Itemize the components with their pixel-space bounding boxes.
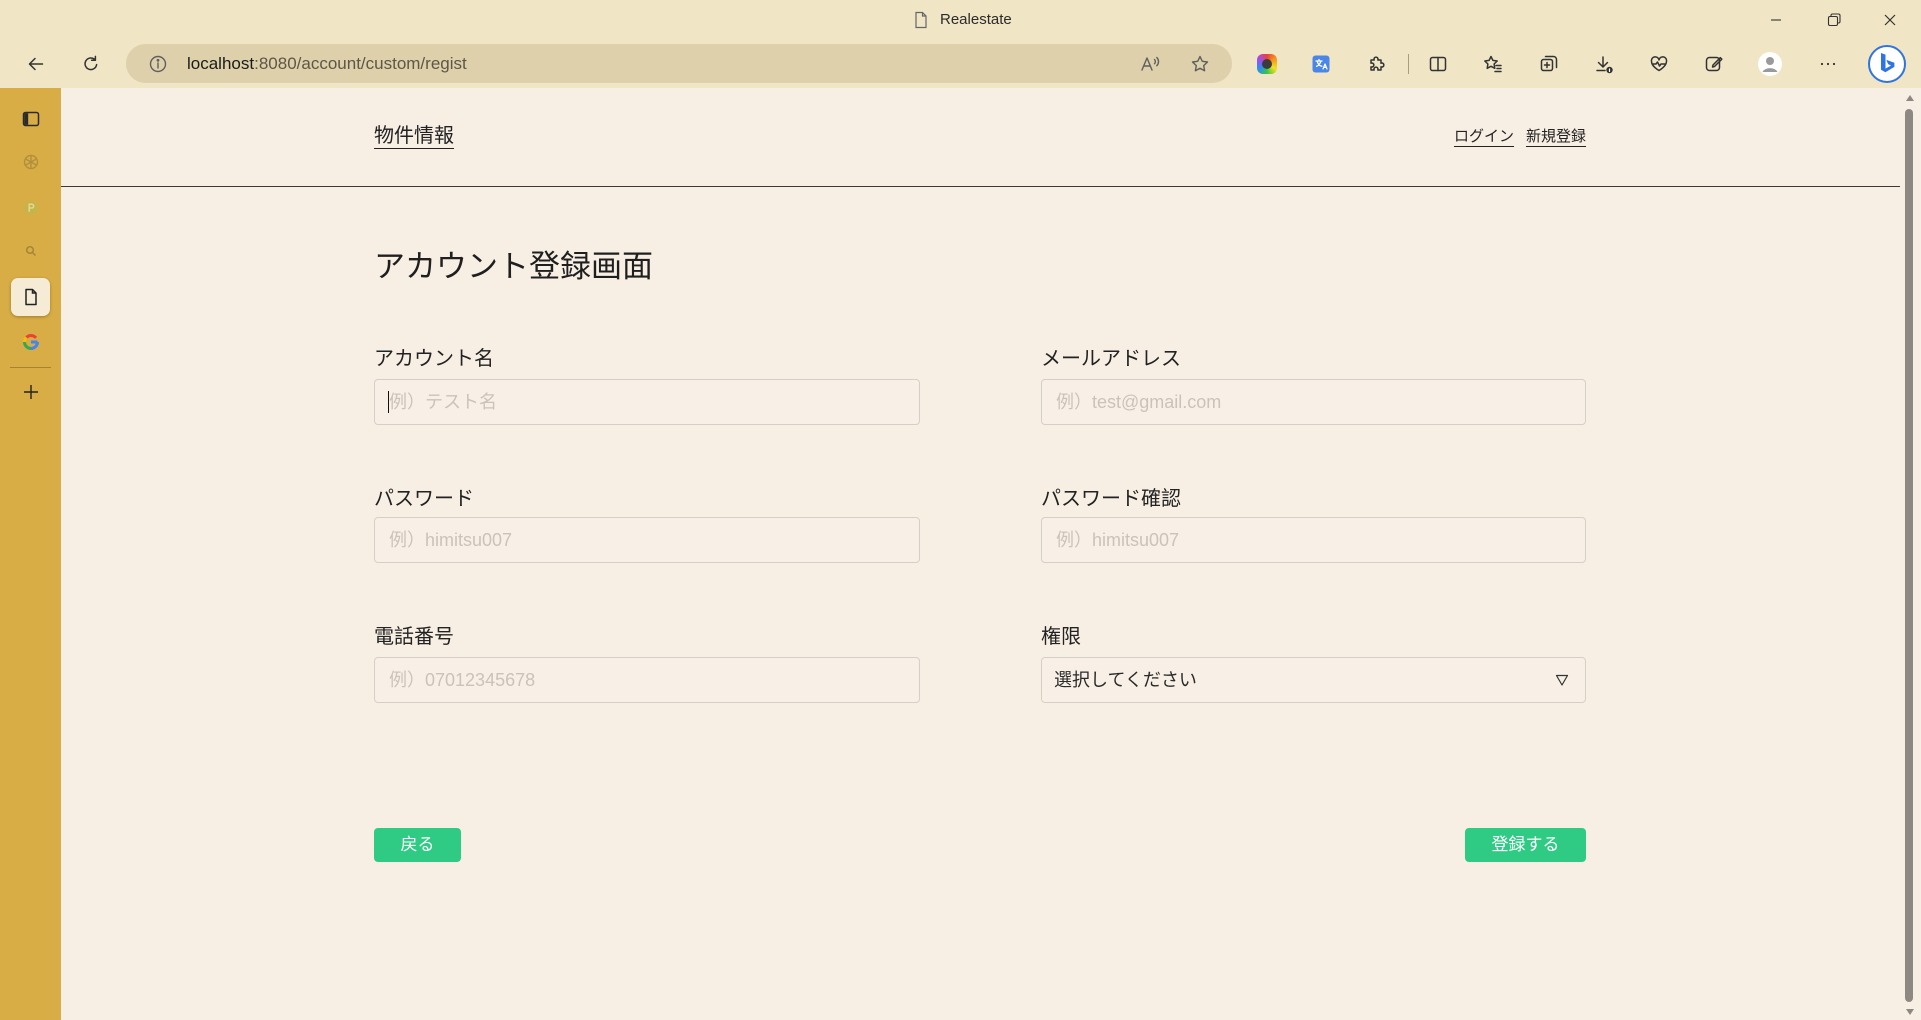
nav-brand-link[interactable]: 物件情報 <box>374 125 454 149</box>
color-extension-icon <box>1257 54 1277 74</box>
email-input[interactable] <box>1041 379 1586 425</box>
p-app-icon <box>21 198 41 218</box>
account-name-input[interactable] <box>374 379 920 425</box>
phone-input[interactable] <box>374 657 920 703</box>
account-name-label: アカウント名 <box>374 348 494 370</box>
url-path: :8080/account/custom/regist <box>254 54 467 73</box>
minimize-button[interactable] <box>1753 0 1799 39</box>
google-sidebar-app[interactable] <box>15 326 47 358</box>
copilot-bing-icon <box>1867 44 1907 84</box>
refresh-icon <box>81 54 101 74</box>
header-divider <box>61 186 1900 187</box>
browser-chrome: Realestate localhost:8080/account/custom… <box>0 0 1921 88</box>
collections-button[interactable] <box>1531 46 1567 82</box>
page-icon <box>913 11 929 29</box>
browser-essentials-icon <box>1649 54 1669 74</box>
site-info-icon <box>148 54 168 74</box>
sidebar-separator <box>10 367 51 368</box>
text-cursor <box>388 391 389 413</box>
edit-note-button[interactable] <box>1696 46 1732 82</box>
add-favorite-button[interactable] <box>1188 52 1212 76</box>
chatgpt-sidebar-app[interactable] <box>15 146 47 178</box>
translate-extension-icon <box>1311 54 1331 74</box>
browser-essentials-button[interactable] <box>1641 46 1677 82</box>
favorite-star-icon <box>1190 54 1210 74</box>
document-sidebar-app[interactable] <box>11 278 50 316</box>
site-info-button[interactable] <box>146 52 170 76</box>
document-icon <box>21 287 41 307</box>
more-options-button[interactable] <box>1810 46 1846 82</box>
profile-button[interactable] <box>1752 46 1788 82</box>
address-bar[interactable]: localhost:8080/account/custom/regist <box>126 44 1232 83</box>
toolbar-separator <box>1408 54 1409 74</box>
tab-actions-button[interactable] <box>15 103 47 135</box>
role-label: 権限 <box>1041 626 1081 648</box>
close-window-button[interactable] <box>1867 0 1913 39</box>
split-screen-icon <box>1428 54 1448 74</box>
tab-actions-icon <box>21 109 41 129</box>
extensions-puzzle-icon <box>1367 54 1387 74</box>
p-sidebar-app[interactable] <box>15 192 47 224</box>
favorites-button[interactable] <box>1475 46 1511 82</box>
favorites-icon <box>1483 54 1503 74</box>
password-confirm-input[interactable] <box>1041 517 1586 563</box>
password-input[interactable] <box>374 517 920 563</box>
color-extension-button[interactable] <box>1249 46 1285 82</box>
downloads-icon <box>1594 54 1614 74</box>
copilot-button[interactable] <box>1867 44 1907 84</box>
url-text[interactable]: localhost:8080/account/custom/regist <box>187 44 467 83</box>
window-title: Realestate <box>940 11 1012 28</box>
back-page-button[interactable]: 戻る <box>374 828 461 862</box>
read-aloud-icon <box>1140 54 1162 74</box>
restore-icon <box>1824 10 1844 30</box>
login-link[interactable]: ログイン <box>1454 128 1515 147</box>
extensions-button[interactable] <box>1359 46 1395 82</box>
search-icon <box>23 243 39 259</box>
page-scrollbar[interactable] <box>1900 88 1921 1020</box>
edit-note-icon <box>1704 54 1724 74</box>
add-icon <box>21 382 41 402</box>
collections-icon <box>1539 54 1559 74</box>
google-icon <box>21 332 41 352</box>
add-sidebar-app-button[interactable] <box>15 376 47 408</box>
more-options-icon <box>1818 54 1838 74</box>
scroll-down-arrow-icon[interactable] <box>1905 1008 1915 1016</box>
downloads-button[interactable] <box>1586 46 1622 82</box>
split-screen-button[interactable] <box>1420 46 1456 82</box>
profile-avatar-icon <box>1757 51 1783 77</box>
url-host: localhost <box>187 54 255 73</box>
submit-register-button[interactable]: 登録する <box>1465 828 1586 862</box>
search-sidebar-app[interactable] <box>15 235 47 267</box>
scroll-up-arrow-icon[interactable] <box>1905 94 1915 102</box>
browser-sidebar <box>0 88 61 1020</box>
restore-button[interactable] <box>1811 0 1857 39</box>
scrollbar-thumb[interactable] <box>1905 109 1913 1002</box>
page-title: アカウント登録画面 <box>374 249 653 284</box>
read-aloud-button[interactable] <box>1139 52 1163 76</box>
back-button[interactable] <box>18 46 54 82</box>
minimize-icon <box>1766 10 1786 30</box>
email-label: メールアドレス <box>1041 348 1181 370</box>
page-content: 物件情報 ログイン 新規登録 アカウント登録画面 アカウント名 メールアドレス … <box>61 88 1900 1020</box>
translate-extension-button[interactable] <box>1303 46 1339 82</box>
password-label: パスワード <box>374 488 474 510</box>
password-confirm-label: パスワード確認 <box>1041 488 1181 510</box>
back-arrow-icon <box>26 54 46 74</box>
refresh-button[interactable] <box>73 46 109 82</box>
role-select[interactable]: 選択してください <box>1041 657 1586 703</box>
phone-label: 電話番号 <box>374 626 454 648</box>
close-icon <box>1880 10 1900 30</box>
register-link[interactable]: 新規登録 <box>1526 128 1587 147</box>
nav-auth-links: ログイン 新規登録 <box>1454 128 1587 147</box>
chatgpt-icon <box>21 152 41 172</box>
